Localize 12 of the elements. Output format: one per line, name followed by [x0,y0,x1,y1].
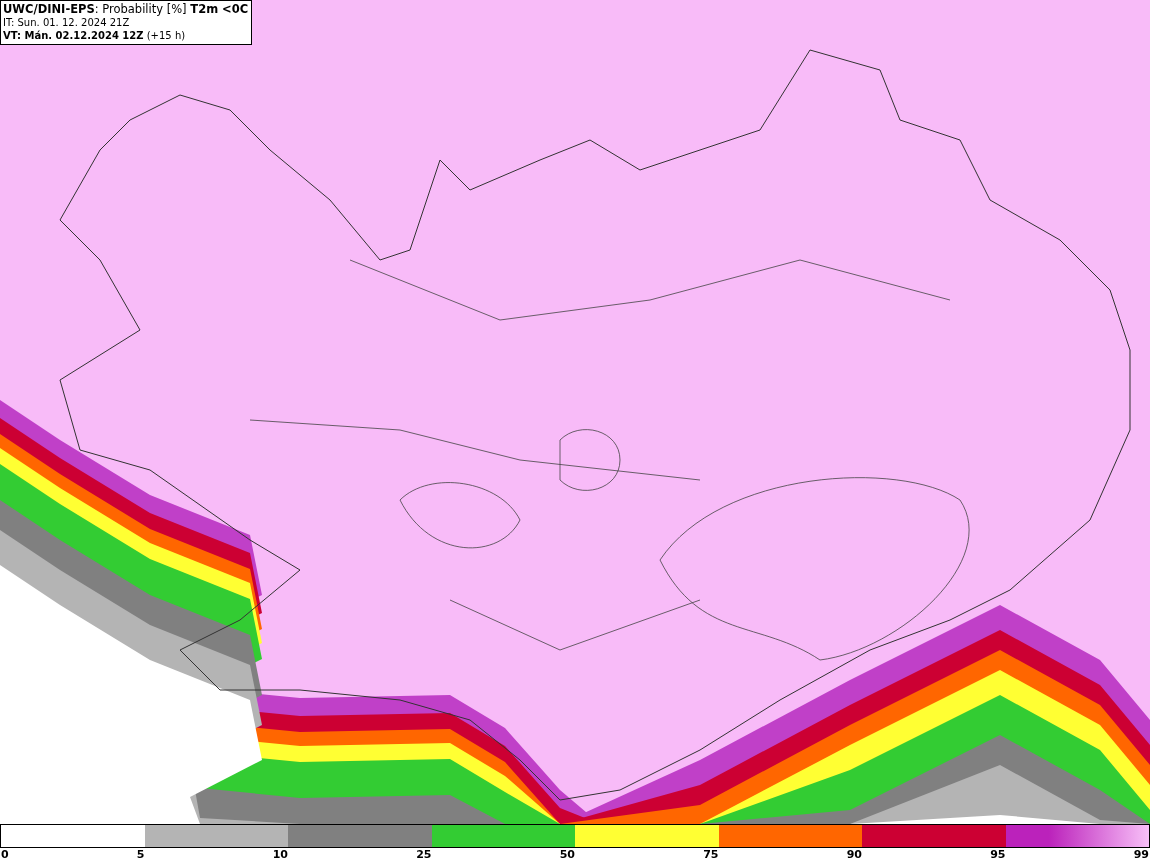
legend-label: 5 [136,848,145,862]
map-time-info: IT: Sun. 01. 12. 2024 21Z [3,16,131,29]
legend-label: 25 [416,848,432,862]
legend-label: 75 [703,848,719,862]
legend-label: 95 [990,848,1006,862]
map-title: UWC/DINI-EPS: Probability [%] T2m <0C [3,2,249,16]
legend-label: 99 [1133,848,1149,862]
legend-label: 50 [559,848,575,862]
legend-label: 10 [272,848,288,862]
map-time-info: VT: Mán. 02.12.2024 12Z (+15 h) [3,29,187,42]
legend-label: 0 [1,848,9,862]
legend-label: 90 [846,848,862,862]
